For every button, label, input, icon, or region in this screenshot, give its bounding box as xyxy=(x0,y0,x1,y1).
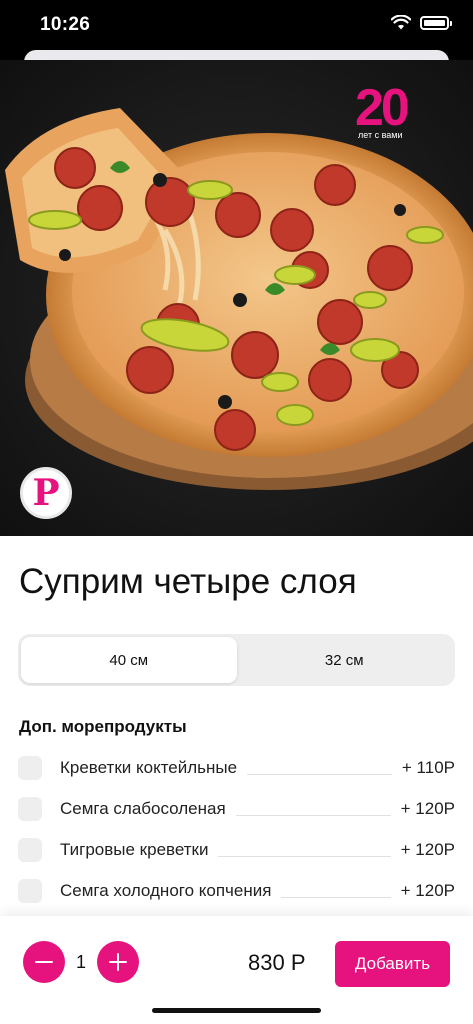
addon-name: Семга слабосоленая xyxy=(60,799,226,818)
minus-icon xyxy=(35,960,53,964)
addon-checkbox[interactable] xyxy=(18,797,42,821)
plus-icon-vertical xyxy=(116,953,120,971)
wifi-icon xyxy=(391,15,411,30)
decrease-quantity-button[interactable] xyxy=(23,941,65,983)
addon-name: Креветки коктейльные xyxy=(60,758,238,777)
addon-checkbox[interactable] xyxy=(18,756,42,780)
cart-bar: 1 830 Р Добавить xyxy=(0,916,473,1024)
add-to-cart-button[interactable]: Добавить xyxy=(335,941,450,987)
addon-row[interactable]: Семга холодного копчения + 120Р xyxy=(18,876,455,906)
addon-checkbox[interactable] xyxy=(18,879,42,903)
addon-name: Тигровые креветки xyxy=(60,840,209,859)
addon-price: + 120Р xyxy=(400,881,455,900)
total-price: 830 Р xyxy=(248,950,306,975)
status-time: 10:26 xyxy=(40,14,91,35)
size-option-40[interactable]: 40 см xyxy=(21,637,237,683)
addon-price: + 110Р xyxy=(401,758,455,777)
status-icons xyxy=(391,15,452,30)
addon-price: + 120Р xyxy=(400,840,455,859)
addon-divider xyxy=(281,896,391,898)
addon-divider xyxy=(235,814,391,816)
home-indicator[interactable] xyxy=(152,1008,321,1013)
addon-divider xyxy=(247,773,392,775)
size-selector: 40 см 32 см xyxy=(18,634,455,686)
addon-row[interactable]: Семга слабосоленая + 120Р xyxy=(18,794,455,824)
brand-logo-letter: P xyxy=(32,472,60,514)
addon-price: + 120Р xyxy=(400,799,455,818)
addon-name: Семга холодного копчения xyxy=(60,881,272,900)
addon-row[interactable]: Тигровые креветки + 120Р xyxy=(18,835,455,865)
addons-section-title: Доп. морепродукты xyxy=(19,717,187,736)
brand-logo: P xyxy=(20,467,72,519)
addon-checkbox[interactable] xyxy=(18,838,42,862)
battery-icon xyxy=(420,15,452,30)
quantity-value: 1 xyxy=(75,952,86,972)
product-image: 20 лет с вами P xyxy=(0,60,473,536)
product-title: Суприм четыре слоя xyxy=(19,562,357,601)
addon-divider xyxy=(218,855,391,857)
addon-row[interactable]: Креветки коктейльные + 110Р xyxy=(18,753,455,783)
anniversary-badge: 20 лет с вами xyxy=(355,79,437,148)
size-option-32[interactable]: 32 см xyxy=(237,637,453,683)
badge-number: 20 xyxy=(355,79,410,137)
badge-text: лет с вами xyxy=(358,130,403,140)
increase-quantity-button[interactable] xyxy=(97,941,139,983)
status-bar: 10:26 xyxy=(0,0,473,50)
